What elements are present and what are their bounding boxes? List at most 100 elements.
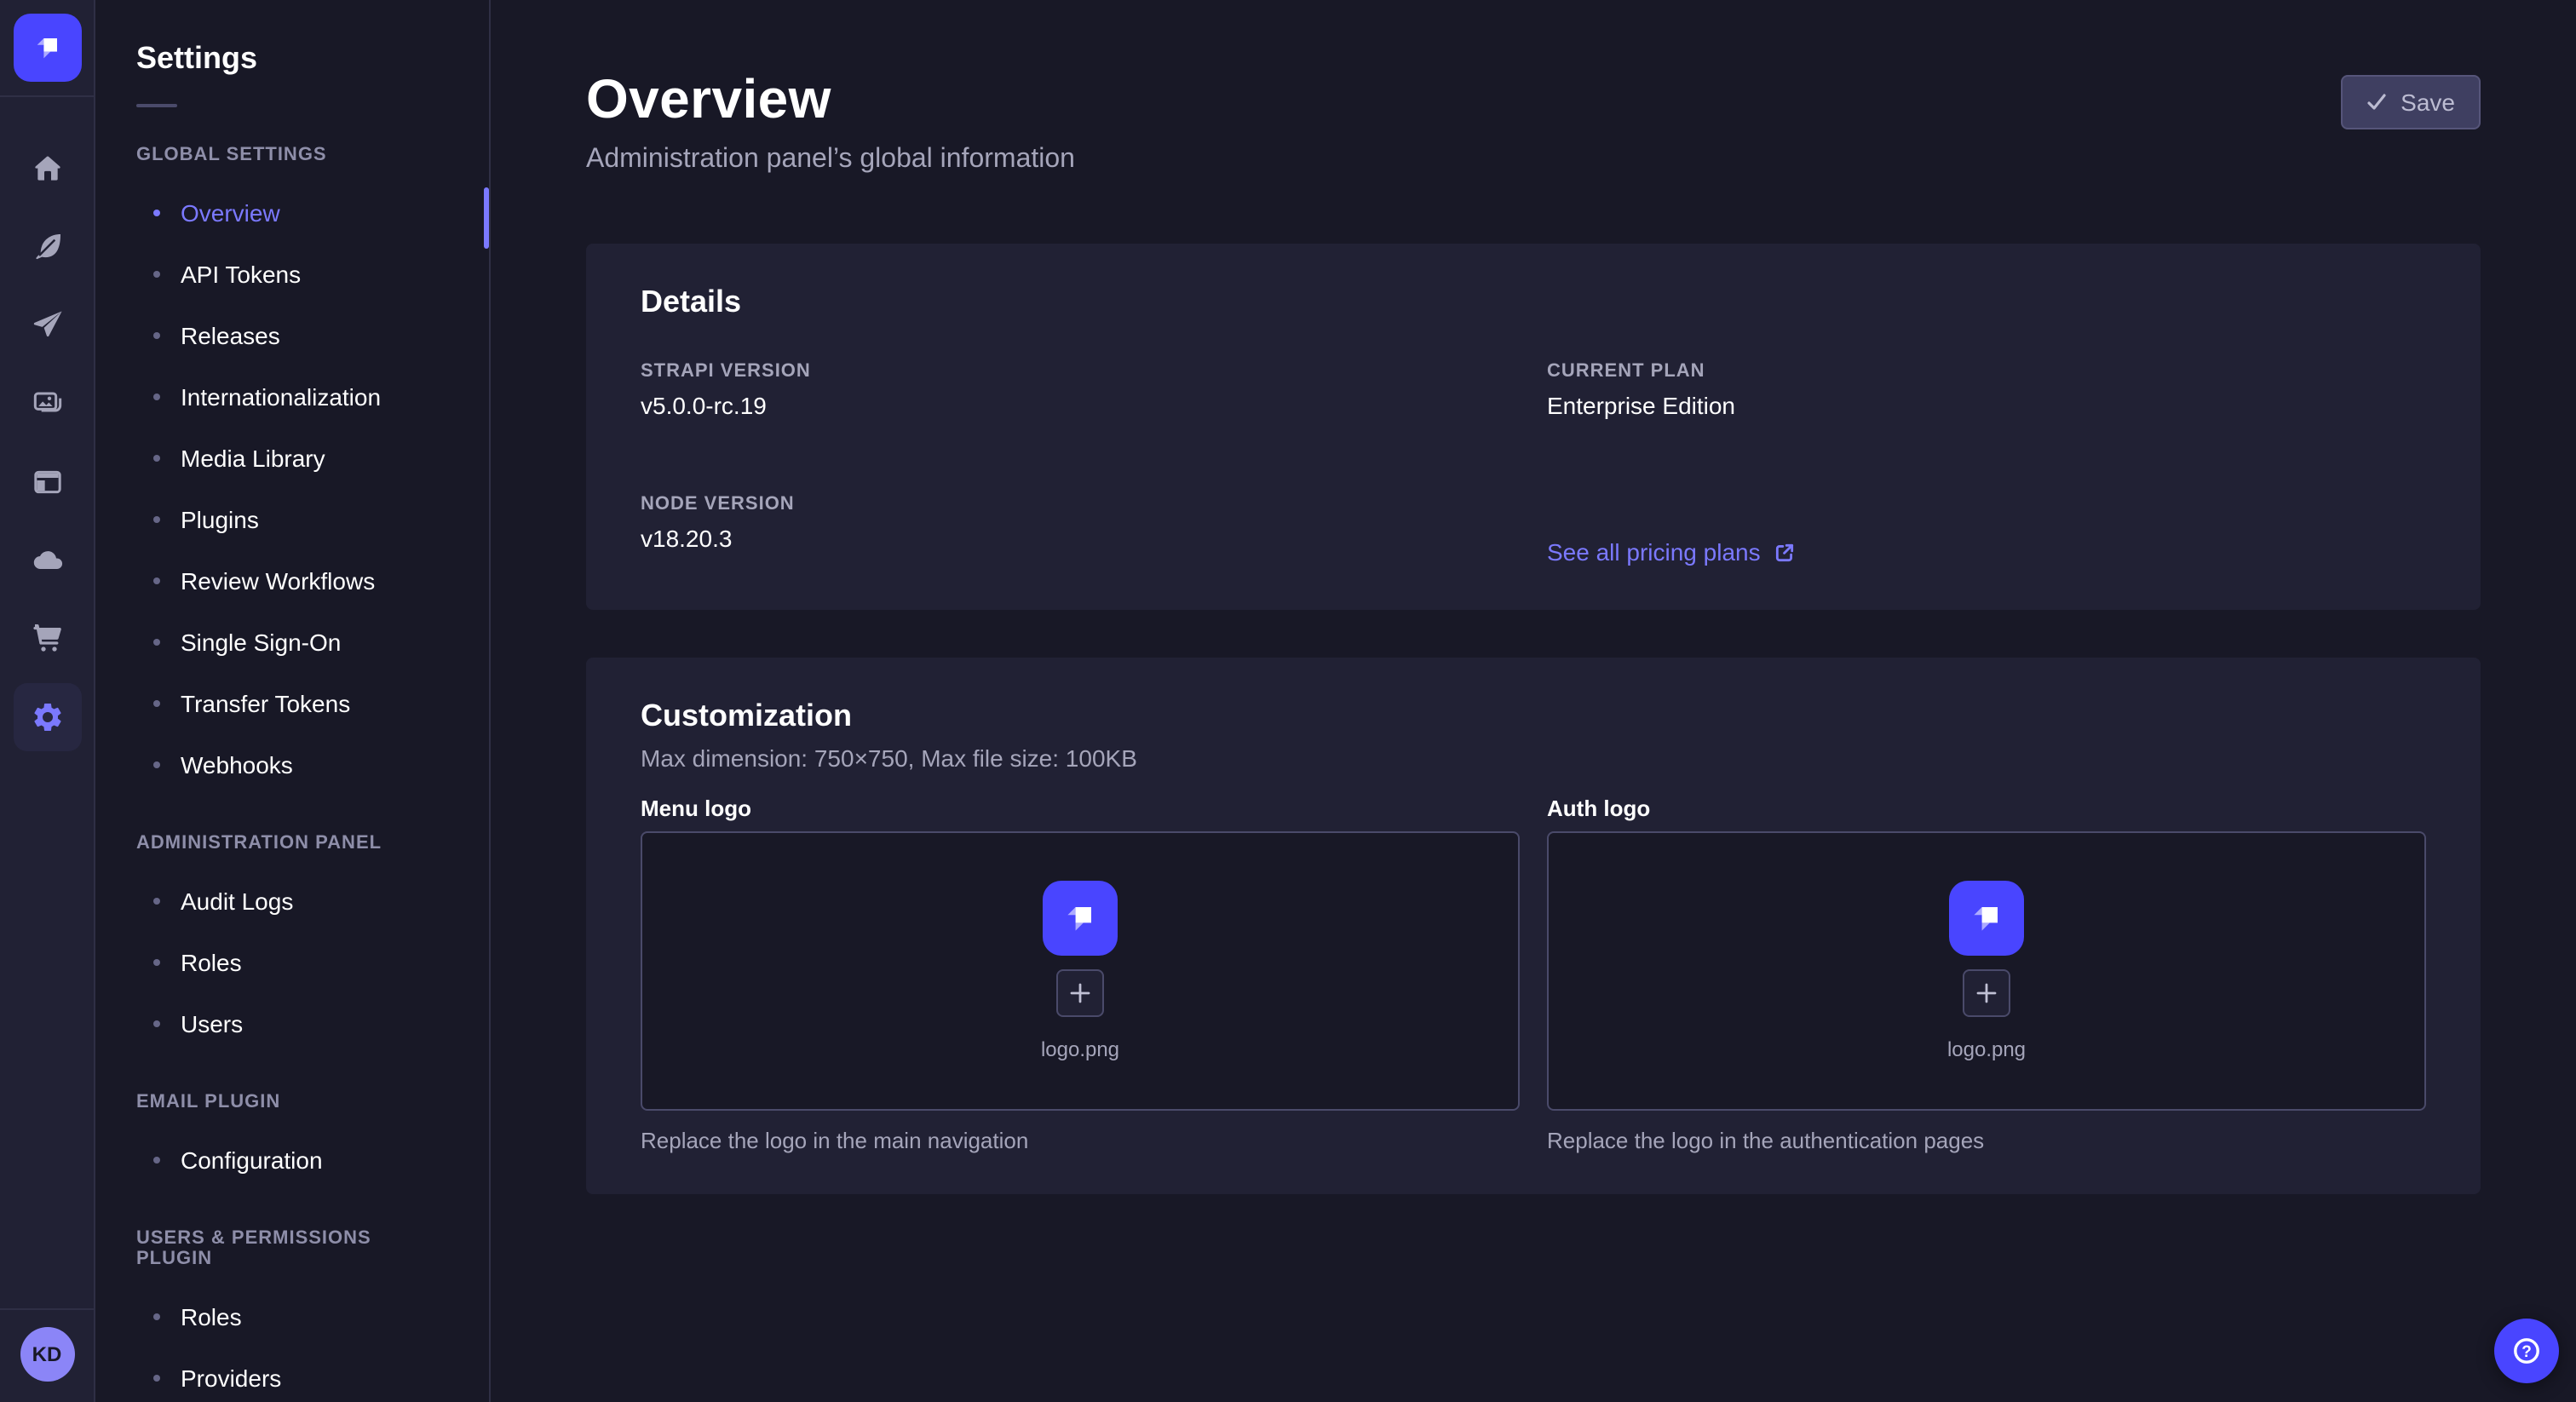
logo-preview <box>1949 881 2024 956</box>
details-right-column: CURRENT PLAN Enterprise Edition See all … <box>1547 361 2426 569</box>
upload-caption: Replace the logo in the main navigation <box>641 1128 1520 1153</box>
sidebar-item-label: Overview <box>181 199 280 227</box>
sidebar-item-transfer-tokens[interactable]: Transfer Tokens <box>95 673 489 734</box>
logo-preview <box>1043 881 1118 956</box>
sidebar-section: GLOBAL SETTINGS Overview API Tokens Release… <box>95 145 489 796</box>
sidebar-section-label: GLOBAL SETTINGS <box>136 145 448 165</box>
sidebar-item-label: Configuration <box>181 1146 323 1174</box>
bullet-icon <box>153 898 160 905</box>
cloud-icon[interactable] <box>13 526 81 595</box>
home-icon[interactable] <box>13 135 81 203</box>
media-library-icon[interactable] <box>13 370 81 438</box>
auth-logo-upload: Auth logo logo.png Replace the logo in t… <box>1547 796 2426 1153</box>
sidebar-item-providers[interactable]: Providers <box>95 1347 489 1402</box>
upload-caption: Replace the logo in the authentication p… <box>1547 1128 2426 1153</box>
sidebar-item-webhooks[interactable]: Webhooks <box>95 734 489 796</box>
sidebar-item-label: Roles <box>181 1303 242 1330</box>
sidebar-item-label: Transfer Tokens <box>181 690 350 717</box>
pricing-plans-link[interactable]: See all pricing plans <box>1547 538 1797 566</box>
paper-plane-icon[interactable] <box>13 291 81 359</box>
sidebar-item-label: Users <box>181 1010 243 1037</box>
page-header: Overview Administration panel’s global i… <box>586 0 2481 175</box>
save-button-label: Save <box>2401 89 2455 116</box>
page-subtitle: Administration panel’s global informatio… <box>586 145 1075 175</box>
sidebar-item-audit-logs[interactable]: Audit Logs <box>95 871 489 932</box>
sidebar-item-label: Releases <box>181 322 280 349</box>
sidebar-divider <box>136 104 177 107</box>
sidebar-item-label: API Tokens <box>181 261 301 288</box>
sidebar-section: USERS & PERMISSIONS PLUGIN Roles Providers <box>95 1228 489 1402</box>
details-left-column: STRAPI VERSION v5.0.0-rc.19 NODE VERSION… <box>641 361 1520 569</box>
sidebar-section-label: ADMINISTRATION PANEL <box>136 833 448 853</box>
question-mark-icon: ? <box>2510 1334 2544 1368</box>
nav-icon-list <box>13 135 81 751</box>
sidebar-section-label: USERS & PERMISSIONS PLUGIN <box>136 1228 448 1269</box>
main-nav-rail: KD <box>0 0 95 1402</box>
add-logo-button[interactable] <box>1056 969 1104 1017</box>
sidebar-item-label: Single Sign-On <box>181 629 341 656</box>
strapi-version-field: STRAPI VERSION v5.0.0-rc.19 <box>641 361 1520 419</box>
menu-logo-dropzone[interactable]: logo.png <box>641 831 1520 1111</box>
customization-card-title: Customization <box>641 698 2426 734</box>
bullet-icon <box>153 1020 160 1027</box>
sidebar-sections: GLOBAL SETTINGS Overview API Tokens Release… <box>95 145 489 1402</box>
sidebar-item-media-library[interactable]: Media Library <box>95 428 489 489</box>
pricing-plans-link-label: See all pricing plans <box>1547 538 1761 566</box>
sidebar-item-roles[interactable]: Roles <box>95 1286 489 1347</box>
bullet-icon <box>153 761 160 768</box>
sidebar-item-overview[interactable]: Overview <box>95 182 489 244</box>
sidebar-item-releases[interactable]: Releases <box>95 305 489 366</box>
nav-logo-area <box>0 0 94 97</box>
sidebar-title: Settings <box>95 0 489 77</box>
bullet-icon <box>153 1313 160 1320</box>
cart-icon[interactable] <box>13 605 81 673</box>
bullet-icon <box>153 455 160 462</box>
settings-sidebar: Settings GLOBAL SETTINGS Overview API Toke… <box>95 0 491 1402</box>
save-button[interactable]: Save <box>2341 75 2481 129</box>
sidebar-item-label: Review Workflows <box>181 567 375 595</box>
strapi-admin-app: KD Settings GLOBAL SETTINGS Overview API T… <box>0 0 2576 1402</box>
bullet-icon <box>153 1375 160 1382</box>
help-button[interactable]: ? <box>2494 1319 2559 1383</box>
sidebar-item-label: Media Library <box>181 445 325 472</box>
node-version-field: NODE VERSION v18.20.3 <box>641 494 1520 552</box>
page-title: Overview <box>586 68 1075 131</box>
field-label: NODE VERSION <box>641 494 1520 514</box>
sidebar-item-label: Webhooks <box>181 751 293 779</box>
sidebar-item-users[interactable]: Users <box>95 993 489 1054</box>
gear-icon[interactable] <box>13 683 81 751</box>
external-link-icon <box>1774 541 1797 563</box>
main-content: Overview Administration panel’s global i… <box>491 0 2576 1402</box>
sidebar-item-plugins[interactable]: Plugins <box>95 489 489 550</box>
bullet-icon <box>153 959 160 966</box>
field-label: CURRENT PLAN <box>1547 361 2426 382</box>
sidebar-item-review-workflows[interactable]: Review Workflows <box>95 550 489 612</box>
bullet-icon <box>153 577 160 584</box>
upload-label: Menu logo <box>641 796 1520 821</box>
bullet-icon <box>153 332 160 339</box>
customization-subtitle: Max dimension: 750×750, Max file size: 1… <box>641 744 2426 772</box>
sidebar-item-label: Plugins <box>181 506 259 533</box>
bullet-icon <box>153 639 160 646</box>
sidebar-item-configuration[interactable]: Configuration <box>95 1129 489 1191</box>
layout-icon[interactable] <box>13 448 81 516</box>
feather-icon[interactable] <box>13 213 81 281</box>
auth-logo-dropzone[interactable]: logo.png <box>1547 831 2426 1111</box>
bullet-icon <box>153 700 160 707</box>
field-label: STRAPI VERSION <box>641 361 1520 382</box>
add-logo-button[interactable] <box>1963 969 2010 1017</box>
sidebar-item-roles[interactable]: Roles <box>95 932 489 993</box>
bullet-icon <box>153 1157 160 1164</box>
details-card: Details STRAPI VERSION v5.0.0-rc.19 NODE… <box>586 244 2481 610</box>
logo-filename: logo.png <box>1947 1037 2026 1061</box>
sidebar-item-internationalization[interactable]: Internationalization <box>95 366 489 428</box>
field-value: Enterprise Edition <box>1547 392 2426 419</box>
current-plan-field: CURRENT PLAN Enterprise Edition <box>1547 361 2426 419</box>
field-value: v18.20.3 <box>641 525 1520 552</box>
sidebar-item-label: Providers <box>181 1365 281 1392</box>
avatar[interactable]: KD <box>20 1327 74 1382</box>
strapi-logo[interactable] <box>13 14 81 82</box>
sidebar-item-single-sign-on[interactable]: Single Sign-On <box>95 612 489 673</box>
upload-label: Auth logo <box>1547 796 2426 821</box>
sidebar-item-api-tokens[interactable]: API Tokens <box>95 244 489 305</box>
